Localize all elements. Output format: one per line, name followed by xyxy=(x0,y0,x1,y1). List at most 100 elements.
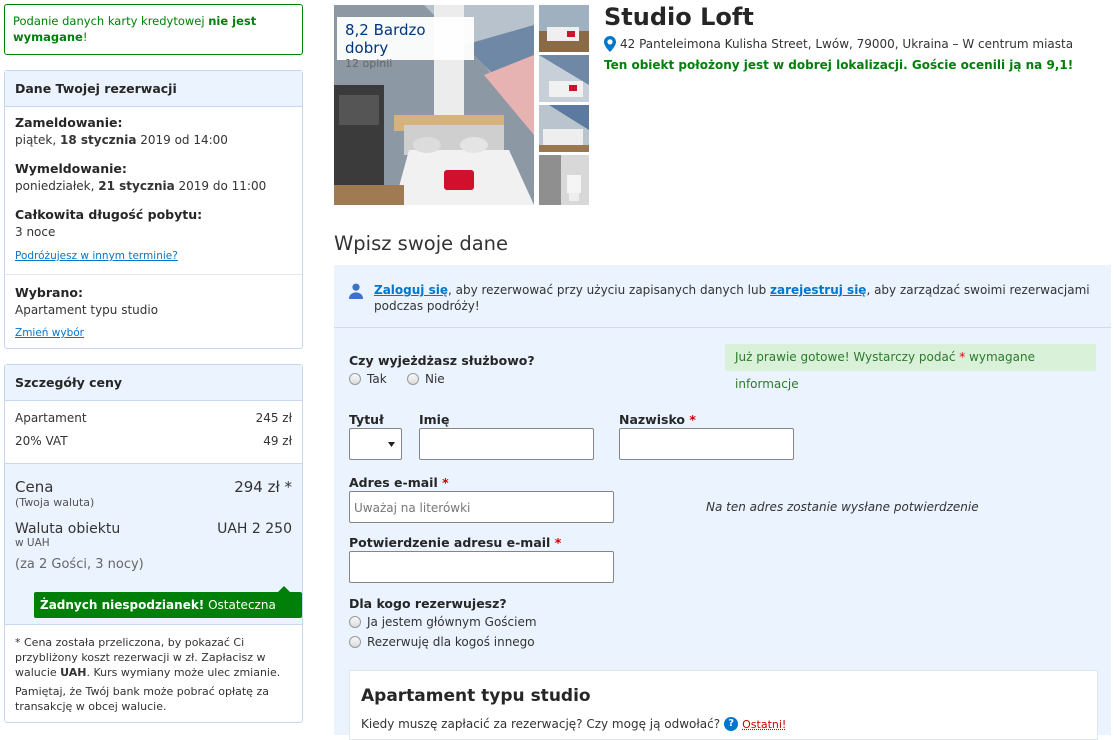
thumbnail-image xyxy=(539,105,589,152)
first-name-label: Imię xyxy=(419,412,449,427)
radio-label: Rezerwuję dla kogoś innego xyxy=(367,635,535,649)
section-title: Wpisz swoje dane xyxy=(334,232,508,255)
radio-label: Ja jestem głównym Gościem xyxy=(367,615,537,629)
login-text: Zaloguj się, aby rezerwować przy użyciu … xyxy=(374,282,1094,314)
last-name-text: Nazwisko xyxy=(619,412,685,427)
hotel-name: Studio Loft xyxy=(604,3,754,31)
selected-label: Wybrano: xyxy=(15,285,292,303)
local-currency-label: Waluta obiektu xyxy=(15,521,120,537)
hotel-address: 42 Panteleimona Kulisha Street, Lwów, 79… xyxy=(620,37,1073,51)
review-count: 12 opinii xyxy=(345,57,466,70)
note-post: . Kurs wymiany może ulec zmianie. xyxy=(86,666,280,679)
radio-label: Tak xyxy=(367,372,387,386)
chevron-down-icon xyxy=(388,442,395,447)
booking-for-self-radio[interactable]: Ja jestem głównym Gościem xyxy=(349,615,537,629)
checkout-day: poniedziałek, xyxy=(15,179,98,193)
booking-for-question: Dla kogo rezerwujesz? xyxy=(349,596,507,611)
unit-summary-box: Apartament typu studio Kiedy muszę zapła… xyxy=(349,670,1098,740)
price-details-panel: Szczegóły ceny Apartament 245 zł 20% VAT… xyxy=(4,364,303,723)
confirm-email-input[interactable] xyxy=(349,551,614,583)
required-mark: * xyxy=(555,535,562,550)
email-label-text: Adres e-mail xyxy=(349,475,438,490)
local-currency-sub: w UAH xyxy=(15,537,50,549)
radio-label: Nie xyxy=(425,372,445,386)
checkout-value: poniedziałek, 21 stycznia 2019 do 11:00 xyxy=(15,179,292,207)
price-total-area: Cena 294 zł * (Twoja waluta) Waluta obie… xyxy=(5,463,302,625)
almost-ready-notice: Już prawie gotowe! Wystarczy podać * wym… xyxy=(725,344,1096,371)
title-select[interactable] xyxy=(349,428,402,460)
booking-for-other-radio[interactable]: Rezerwuję dla kogoś innego xyxy=(349,635,535,649)
last-name-label: Nazwisko * xyxy=(619,412,696,427)
booking-details-panel: Dane Twojej rezerwacji Zameldowanie: pią… xyxy=(4,70,303,349)
local-currency-value: UAH 2 250 xyxy=(217,521,292,537)
email-confirmation-note: Na ten adres zostanie wysłane potwierdze… xyxy=(706,500,979,514)
change-selection-link[interactable]: Zmień wybór xyxy=(15,327,84,339)
hotel-main-photo[interactable]: 8,2 Bardzo dobry 12 opinii xyxy=(334,5,534,205)
price-row-value: 49 zł xyxy=(263,434,292,448)
price-row-vat: 20% VAT 49 zł xyxy=(5,434,302,448)
price-row-label: 20% VAT xyxy=(15,434,68,448)
email-input[interactable]: Uważaj na literówki xyxy=(349,491,614,523)
radio-circle[interactable] xyxy=(407,373,419,385)
radio-circle[interactable] xyxy=(349,373,361,385)
stay-info: (za 2 Gości, 3 nocy) xyxy=(15,557,144,572)
thumbnail-image xyxy=(539,55,589,102)
business-trip-question: Czy wyjeżdżasz służbowo? xyxy=(349,353,535,368)
thumbnail-2[interactable] xyxy=(539,55,589,102)
radio-circle[interactable] xyxy=(349,616,361,628)
required-mark: * xyxy=(689,412,696,427)
booking-details-heading: Dane Twojej rezerwacji xyxy=(5,71,302,107)
review-score-box[interactable]: 8,2 Bardzo dobry 12 opinii xyxy=(337,17,474,60)
thumbnail-4[interactable] xyxy=(539,155,589,205)
confirm-email-label: Potwierdzenie adresu e-mail * xyxy=(349,535,561,550)
price-row-apartment: Apartament 245 zł xyxy=(5,411,302,434)
first-name-input[interactable] xyxy=(419,428,594,460)
last-name-input[interactable] xyxy=(619,428,794,460)
note-currency: UAH xyxy=(60,666,86,679)
checkin-time: 2019 od 14:00 xyxy=(136,133,228,147)
local-currency-row: Waluta obiektu UAH 2 250 xyxy=(5,509,302,537)
price-details-heading: Szczegóły ceny xyxy=(5,365,302,401)
login-mid-text: , aby rezerwować przy użyciu zapisanych … xyxy=(448,283,770,297)
notice-text-post: ! xyxy=(83,30,88,44)
unit-title: Apartament typu studio xyxy=(361,686,591,706)
no-surprises-badge: Żadnych niespodzianek! Ostateczna cena. xyxy=(34,592,302,618)
total-price-value: 294 zł * xyxy=(234,478,292,496)
thumbnail-3[interactable] xyxy=(539,105,589,152)
thumbnail-image xyxy=(539,5,589,52)
stay-length-value: 3 noce xyxy=(15,225,292,248)
business-yes-radio[interactable]: Tak xyxy=(349,372,387,386)
checkout-date: 21 stycznia xyxy=(98,179,174,193)
credit-card-notice: Podanie danych karty kredytowej nie jest… xyxy=(4,4,303,55)
business-no-radio[interactable]: Nie xyxy=(407,372,445,386)
email-placeholder: Uważaj na literówki xyxy=(354,501,470,515)
price-row-label: Apartament xyxy=(15,411,87,434)
login-link[interactable]: Zaloguj się xyxy=(374,283,448,297)
checkin-date: 18 stycznia xyxy=(60,133,136,147)
other-date-link[interactable]: Podróżujesz w innym terminie? xyxy=(15,250,178,262)
selected-value: Apartament typu studio xyxy=(15,303,292,325)
radio-circle[interactable] xyxy=(349,636,361,648)
notice-text-pre: Podanie danych karty kredytowej xyxy=(13,14,208,28)
total-price-row: Cena 294 zł * xyxy=(5,464,302,496)
location-rating-note: Ten obiekt położony jest w dobrej lokali… xyxy=(604,58,1073,72)
price-row-value: 245 zł xyxy=(256,411,292,434)
checkin-label: Zameldowanie: xyxy=(15,115,292,133)
thumbnail-image xyxy=(539,155,589,205)
checkin-day: piątek, xyxy=(15,133,60,147)
stay-length-label: Całkowita długość pobytu: xyxy=(15,207,292,225)
required-mark: * xyxy=(442,475,449,490)
total-price-sub: (Twoja waluta) xyxy=(15,496,94,509)
total-price-label: Cena xyxy=(15,478,53,496)
review-score: 8,2 Bardzo dobry xyxy=(345,21,466,57)
email-label: Adres e-mail * xyxy=(349,475,449,490)
thumbnail-1[interactable] xyxy=(539,5,589,52)
checkout-label: Wymeldowanie: xyxy=(15,161,292,179)
confirm-email-label-text: Potwierdzenie adresu e-mail xyxy=(349,535,550,550)
hotel-address-row: 42 Panteleimona Kulisha Street, Lwów, 79… xyxy=(604,36,1073,52)
title-label: Tytuł xyxy=(349,412,384,427)
register-link[interactable]: zarejestruj się xyxy=(770,283,866,297)
checkin-value: piątek, 18 stycznia 2019 od 14:00 xyxy=(15,133,292,161)
login-prompt: Zaloguj się, aby rezerwować przy użyciu … xyxy=(334,265,1111,328)
user-icon xyxy=(348,283,364,299)
